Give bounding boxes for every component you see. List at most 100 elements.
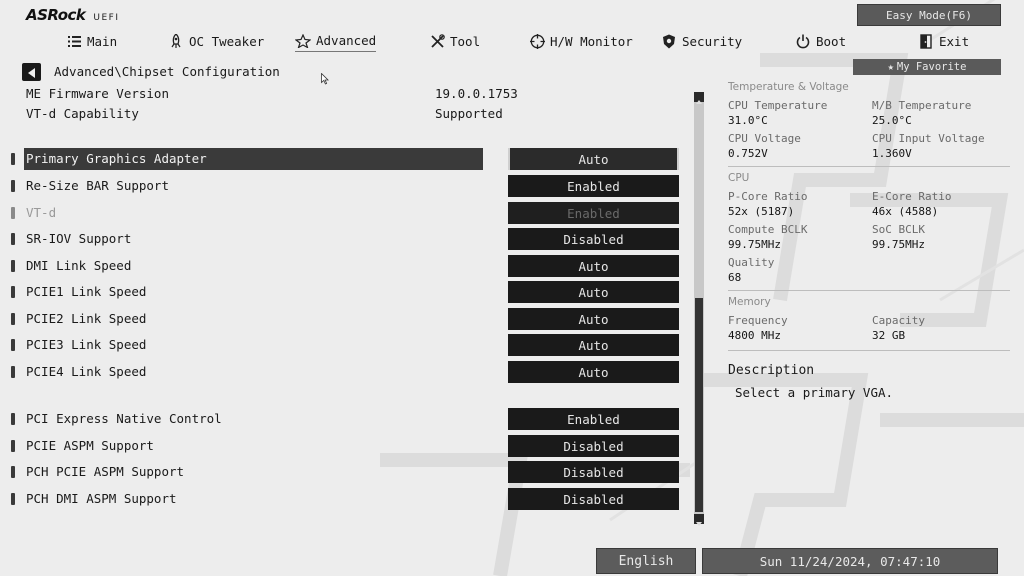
row-bullet <box>11 366 15 378</box>
star-icon <box>295 33 311 49</box>
row-bullet <box>11 180 15 192</box>
setting-value-dropdown[interactable]: Auto <box>508 334 679 356</box>
compute-bclk-value: 99.75MHz <box>728 238 781 251</box>
brand-name: ASRock <box>26 6 86 24</box>
asrock-logo: ASRock UEFI <box>26 6 120 26</box>
scrollbar[interactable] <box>694 92 704 526</box>
cpu-voltage-value: 0.752V <box>728 147 768 160</box>
section-divider <box>728 290 1010 291</box>
setting-value-dropdown[interactable]: Disabled <box>508 228 679 250</box>
setting-value-dropdown[interactable]: Auto <box>508 281 679 303</box>
star-icon: ★ <box>887 61 894 73</box>
nav-main-label: Main <box>87 33 118 49</box>
scroll-down-button[interactable] <box>694 514 704 526</box>
nav-hw-monitor-label: H/W Monitor <box>550 33 633 49</box>
row-bullet <box>11 413 15 425</box>
cpu-voltage-label: CPU Voltage <box>728 132 801 145</box>
scroll-up-button[interactable] <box>694 92 704 104</box>
setting-dmi-link-speed[interactable]: DMI Link Speed Auto <box>0 255 690 277</box>
nav-security[interactable]: Security <box>661 30 742 52</box>
nav-hw-monitor[interactable]: H/W Monitor <box>529 30 633 52</box>
setting-value-dropdown[interactable]: Auto <box>508 255 679 277</box>
back-arrow-icon <box>27 63 36 82</box>
setting-label: PCIE ASPM Support <box>26 438 154 453</box>
cpu-temperature-value: 31.0°C <box>728 114 768 127</box>
compute-bclk-label: Compute BCLK <box>728 223 808 236</box>
quality-label: Quality <box>728 256 775 269</box>
scrollbar-thumb[interactable] <box>695 298 703 512</box>
nav-exit[interactable]: Exit <box>918 30 969 52</box>
setting-pch-pcie-aspm-support[interactable]: PCH PCIE ASPM Support Disabled <box>0 461 690 483</box>
rocket-icon <box>168 33 184 49</box>
cpu-input-voltage-label: CPU Input Voltage <box>872 132 985 145</box>
capacity-label: Capacity <box>872 314 925 327</box>
nav-advanced[interactable]: Advanced <box>295 30 377 52</box>
setting-label: Primary Graphics Adapter <box>26 151 207 166</box>
setting-primary-graphics-adapter[interactable]: Primary Graphics Adapter Auto <box>0 148 690 170</box>
setting-pcie-aspm-support[interactable]: PCIE ASPM Support Disabled <box>0 435 690 457</box>
setting-label: SR-IOV Support <box>26 231 132 246</box>
setting-value-dropdown[interactable]: Disabled <box>508 488 679 510</box>
nav-oc-tweaker[interactable]: OC Tweaker <box>168 30 264 52</box>
setting-value-dropdown[interactable]: Auto <box>508 361 679 383</box>
setting-value-dropdown[interactable]: Disabled <box>508 461 679 483</box>
language-button[interactable]: English <box>596 548 696 574</box>
soc-bclk-label: SoC BCLK <box>872 223 925 236</box>
exit-icon <box>918 33 934 49</box>
nav-tool[interactable]: Tool <box>429 30 480 52</box>
triangle-down-icon <box>696 522 702 526</box>
me-firmware-version-value: 19.0.0.1753 <box>435 86 518 101</box>
nav-boot[interactable]: Boot <box>795 30 846 52</box>
row-bullet <box>11 286 15 298</box>
setting-label: PCIE2 Link Speed <box>26 311 147 326</box>
vtd-capability-value: Supported <box>435 106 503 121</box>
cpu-heading: CPU <box>728 172 750 184</box>
setting-label: PCIE3 Link Speed <box>26 337 147 352</box>
quality-value: 68 <box>728 271 742 284</box>
setting-pcie3-link-speed[interactable]: PCIE3 Link Speed Auto <box>0 334 690 356</box>
pcore-ratio-label: P-Core Ratio <box>728 190 808 203</box>
cpu-temperature-label: CPU Temperature <box>728 99 828 112</box>
triangle-up-icon <box>696 100 702 104</box>
nav-oc-tweaker-label: OC Tweaker <box>189 33 265 49</box>
ecore-ratio-value: 46x (4588) <box>872 205 939 218</box>
setting-pcie1-link-speed[interactable]: PCIE1 Link Speed Auto <box>0 281 690 303</box>
setting-value-dropdown[interactable]: Enabled <box>508 175 679 197</box>
pcore-ratio-value: 52x (5187) <box>728 205 795 218</box>
setting-label: PCH PCIE ASPM Support <box>26 464 185 479</box>
row-bullet <box>11 339 15 351</box>
setting-pcie4-link-speed[interactable]: PCIE4 Link Speed Auto <box>0 361 690 383</box>
easy-mode-button[interactable]: Easy Mode(F6) <box>857 4 1001 26</box>
row-bullet <box>11 493 15 505</box>
capacity-value: 32 GB <box>872 329 906 342</box>
back-button[interactable] <box>22 63 41 81</box>
setting-label: DMI Link Speed <box>26 258 132 273</box>
vtd-capability-label: VT-d Capability <box>26 106 139 121</box>
setting-value-dropdown[interactable]: Disabled <box>508 435 679 457</box>
setting-pci-express-native-control[interactable]: PCI Express Native Control Enabled <box>0 408 690 430</box>
setting-value-dropdown[interactable]: Auto <box>508 308 679 330</box>
mb-temperature-value: 25.0°C <box>872 114 912 127</box>
setting-pcie2-link-speed[interactable]: PCIE2 Link Speed Auto <box>0 308 690 330</box>
system-datetime[interactable]: Sun 11/24/2024, 07:47:10 <box>702 548 998 574</box>
me-firmware-version-label: ME Firmware Version <box>26 86 169 101</box>
frequency-value: 4800 MHz <box>728 329 781 342</box>
setting-resize-bar-support[interactable]: Re-Size BAR Support Enabled <box>0 175 690 197</box>
setting-sr-iov-support[interactable]: SR-IOV Support Disabled <box>0 228 690 250</box>
power-icon <box>795 33 811 49</box>
nav-main[interactable]: Main <box>66 30 117 52</box>
my-favorite-button[interactable]: ★ My Favorite <box>853 59 1001 75</box>
setting-label: Re-Size BAR Support <box>26 178 169 193</box>
setting-label: PCIE1 Link Speed <box>26 284 147 299</box>
setting-value-dropdown[interactable]: Enabled <box>508 408 679 430</box>
setting-pch-dmi-aspm-support[interactable]: PCH DMI ASPM Support Disabled <box>0 488 690 510</box>
frequency-label: Frequency <box>728 314 788 327</box>
soc-bclk-value: 99.75MHz <box>872 238 925 251</box>
firmware-type: UEFI <box>93 13 120 23</box>
nav-security-label: Security <box>682 33 743 49</box>
nav-exit-label: Exit <box>939 33 970 49</box>
mb-temperature-label: M/B Temperature <box>872 99 972 112</box>
setting-value-dropdown[interactable]: Auto <box>508 148 679 170</box>
description-text: Select a primary VGA. <box>735 385 894 400</box>
shield-icon <box>661 33 677 49</box>
